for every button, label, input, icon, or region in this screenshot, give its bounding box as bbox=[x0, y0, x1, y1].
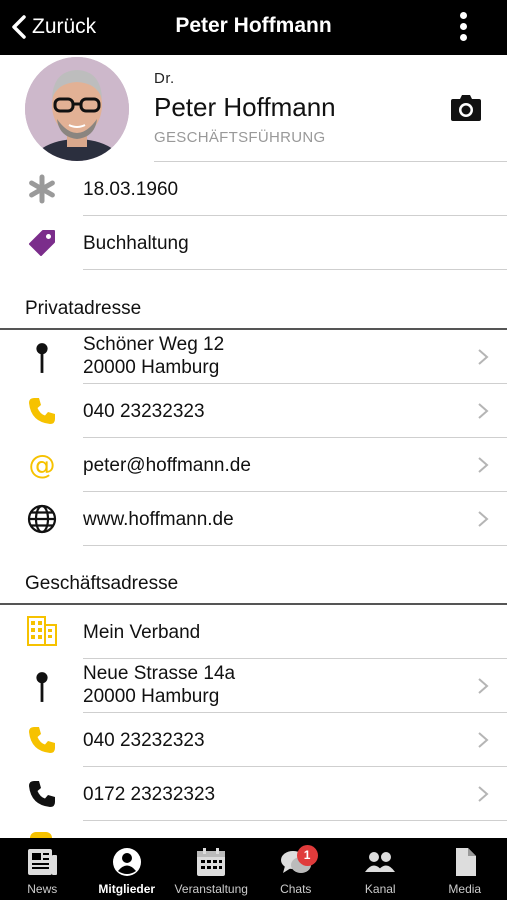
phone-icon bbox=[24, 722, 60, 758]
private-address-line2: 20000 Hamburg bbox=[83, 357, 220, 378]
tab-label: Veranstaltung bbox=[174, 882, 248, 896]
tab-media[interactable]: Media bbox=[423, 838, 507, 900]
group-icon bbox=[365, 852, 396, 872]
contact-name: Peter Hoffmann bbox=[154, 92, 336, 122]
globe-icon bbox=[24, 501, 60, 537]
private-phone: 040 23232323 bbox=[83, 401, 205, 422]
phone-icon bbox=[24, 393, 60, 429]
document-icon bbox=[455, 848, 476, 876]
tab-label: Mitglieder bbox=[98, 882, 156, 896]
newspaper-icon bbox=[28, 849, 58, 875]
phone-icon bbox=[24, 776, 60, 812]
bottom-tab-bar: News Mitglieder Veranstaltung 1 Chats Ka… bbox=[0, 838, 507, 900]
building-icon bbox=[24, 613, 60, 649]
business-phone: 040 23232323 bbox=[83, 730, 205, 751]
map-pin-icon bbox=[24, 340, 60, 376]
birthday-row: 18.03.1960 bbox=[0, 162, 507, 216]
private-phone-row[interactable]: 040 23232323 bbox=[0, 384, 507, 438]
section-business-title: Geschäftsadresse bbox=[25, 573, 179, 594]
private-website-row[interactable]: www.hoffmann.de bbox=[0, 492, 507, 546]
calendar-icon bbox=[197, 848, 226, 876]
tab-label: News bbox=[27, 882, 58, 896]
department-text: Buchhaltung bbox=[83, 233, 189, 254]
tab-news[interactable]: News bbox=[0, 838, 85, 900]
chevron-right-icon bbox=[478, 349, 489, 365]
chevron-right-icon bbox=[478, 732, 489, 748]
business-address-line1: Neue Strasse 14a bbox=[83, 663, 236, 684]
avatar bbox=[25, 57, 129, 161]
tab-label: Kanal bbox=[364, 882, 396, 896]
business-address-row[interactable]: Neue Strasse 14a 20000 Hamburg bbox=[0, 659, 507, 713]
at-sign-icon: @ bbox=[28, 449, 56, 481]
chevron-right-icon bbox=[478, 678, 489, 694]
more-vertical-icon[interactable] bbox=[457, 12, 469, 44]
business-phone-row[interactable]: 040 23232323 bbox=[0, 713, 507, 767]
camera-icon[interactable] bbox=[450, 94, 482, 122]
tab-veranstaltung[interactable]: Veranstaltung bbox=[169, 838, 254, 900]
private-address-row[interactable]: Schöner Weg 12 20000 Hamburg bbox=[0, 330, 507, 384]
map-pin-icon bbox=[24, 669, 60, 705]
chevron-right-icon bbox=[478, 786, 489, 802]
section-private-title: Privatadresse bbox=[25, 298, 142, 319]
business-organisation: Mein Verband bbox=[83, 622, 201, 643]
private-website: www.hoffmann.de bbox=[83, 509, 234, 530]
chevron-right-icon bbox=[478, 457, 489, 473]
birthday-text: 18.03.1960 bbox=[83, 179, 179, 200]
tab-mitglieder[interactable]: Mitglieder bbox=[85, 838, 170, 900]
private-address-line1: Schöner Weg 12 bbox=[83, 334, 225, 355]
tab-label: Media bbox=[448, 882, 482, 896]
unread-badge: 1 bbox=[296, 845, 318, 866]
tab-chats[interactable]: 1 Chats bbox=[254, 838, 339, 900]
chevron-right-icon bbox=[478, 511, 489, 527]
business-mobile: 0172 23232323 bbox=[83, 784, 216, 805]
page-title: Peter Hoffmann bbox=[175, 14, 332, 37]
private-email: peter@hoffmann.de bbox=[83, 455, 251, 476]
tag-icon bbox=[24, 225, 60, 261]
tab-kanal[interactable]: Kanal bbox=[338, 838, 423, 900]
top-bar: Zurück Peter Hoffmann bbox=[0, 0, 507, 55]
asterisk-icon bbox=[24, 171, 60, 207]
name-prefix: Dr. bbox=[154, 70, 175, 87]
user-circle-icon bbox=[112, 848, 141, 876]
tab-label: Chats bbox=[280, 882, 312, 896]
business-address-line2: 20000 Hamburg bbox=[83, 686, 220, 707]
private-email-row[interactable]: @ peter@hoffmann.de bbox=[0, 438, 507, 492]
chevron-right-icon bbox=[478, 403, 489, 419]
business-organisation-row: Mein Verband bbox=[0, 605, 507, 659]
contact-role: GESCHÄFTSFÜHRUNG bbox=[154, 129, 326, 146]
department-row: Buchhaltung bbox=[0, 216, 507, 270]
business-mobile-row[interactable]: 0172 23232323 bbox=[0, 767, 507, 821]
